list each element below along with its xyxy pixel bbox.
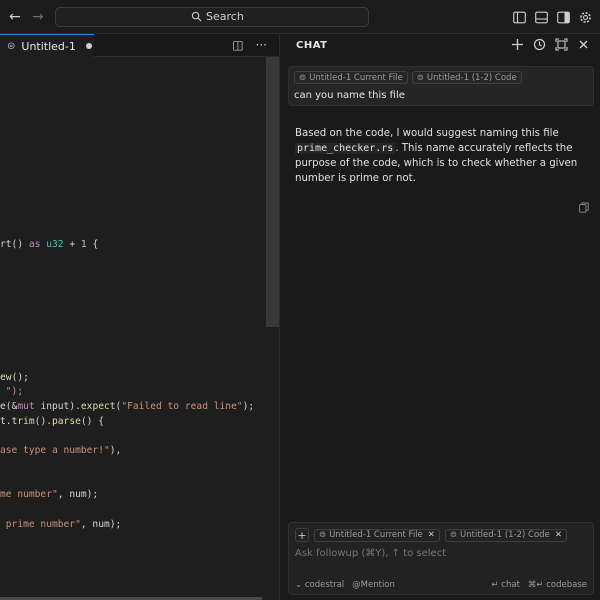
tab-label: Untitled-1 xyxy=(21,39,76,53)
chat-header: CHAT xyxy=(281,34,600,58)
chat-input-box: + ⊜ Untitled-1 Current File ✕ ⊜ Untitled-1 … xyxy=(288,522,594,595)
code-line: me number", num); xyxy=(0,489,98,500)
context-chip-current-file[interactable]: ⊜ Untitled-1 Current File ✕ xyxy=(314,528,440,542)
chip-label: Untitled-1 Current File xyxy=(329,530,423,540)
file-icon: ⊜ xyxy=(299,72,307,83)
send-codebase-button[interactable]: ⌘↵ codebase xyxy=(528,580,587,590)
plus-icon[interactable] xyxy=(511,38,524,52)
split-editor-icon[interactable]: ◫ xyxy=(232,38,243,52)
code-token: , num); xyxy=(57,489,99,501)
code-token: () { xyxy=(80,415,104,427)
editor-pane: ⊜ Untitled-1 ◫ ··· rt() as u32 + 1 {ew()… xyxy=(0,34,280,600)
inline-code-filename: prime_checker.rs xyxy=(295,143,396,154)
file-icon: ⊜ xyxy=(416,72,424,83)
arrow-left-icon[interactable]: ← xyxy=(9,9,21,25)
copy-icon[interactable] xyxy=(579,198,589,213)
context-chip-code-range[interactable]: ⊜ Untitled-1 (1-2) Code xyxy=(411,71,522,84)
codebase-label: codebase xyxy=(546,580,587,590)
unsaved-dot-icon[interactable] xyxy=(85,43,92,49)
code-token: ase type a number!" xyxy=(0,445,110,457)
code-token: { xyxy=(86,239,99,251)
code-token: (). xyxy=(34,415,52,427)
chip-label: Untitled-1 (1-2) Code xyxy=(460,530,550,540)
code-token: "); xyxy=(0,386,24,398)
send-chat-button[interactable]: ↵ chat xyxy=(491,580,519,590)
add-context-button[interactable]: + xyxy=(295,528,309,542)
code-line: t.trim().parse() { xyxy=(0,416,104,427)
code-token: rt() xyxy=(0,239,29,251)
code-token: expect xyxy=(80,401,116,413)
sidebar-left-icon[interactable] xyxy=(513,9,526,24)
code-token: as xyxy=(28,239,41,251)
code-token: mut xyxy=(17,401,35,413)
code-line: rt() as u32 + 1 { xyxy=(0,239,98,250)
chip-label: Untitled-1 (1-2) Code xyxy=(426,72,517,83)
code-token: me number" xyxy=(0,489,58,501)
code-token: ew xyxy=(0,371,12,383)
code-token: ), xyxy=(109,445,122,457)
remove-chip-icon[interactable]: ✕ xyxy=(555,530,562,540)
followup-input[interactable] xyxy=(295,548,585,559)
more-actions-icon[interactable]: ··· xyxy=(256,38,267,52)
user-message-text: can you name this file xyxy=(294,90,405,101)
code-line: ew(); xyxy=(0,372,29,383)
code-token: "Failed to read line" xyxy=(121,401,243,413)
sidebar-right-icon[interactable] xyxy=(557,9,570,24)
response-text: Based on the code, I would suggest namin… xyxy=(295,128,559,139)
context-chip-code-range[interactable]: ⊜ Untitled-1 (1-2) Code ✕ xyxy=(444,528,567,542)
code-token: (& xyxy=(5,401,18,413)
code-token: input). xyxy=(34,401,81,413)
enter-key-icon: ↵ xyxy=(491,580,502,590)
chat-label: chat xyxy=(501,580,520,590)
code-token: prime number" xyxy=(0,518,81,530)
code-token: parse xyxy=(52,415,81,427)
search-label: Search xyxy=(206,10,244,23)
code-token: u32 xyxy=(46,239,64,251)
chat-title: CHAT xyxy=(296,40,328,51)
expand-icon[interactable] xyxy=(555,38,568,52)
file-icon: ⊜ xyxy=(449,530,458,540)
file-icon: ⊜ xyxy=(319,530,327,540)
assistant-response: Based on the code, I would suggest namin… xyxy=(295,126,585,186)
close-icon[interactable] xyxy=(577,38,590,52)
command-search-bar[interactable]: Search xyxy=(55,7,369,27)
code-token: (); xyxy=(11,371,29,383)
settings-gear-icon[interactable] xyxy=(579,9,592,23)
history-icon[interactable] xyxy=(533,38,546,52)
panel-bottom-icon[interactable] xyxy=(535,9,548,24)
search-icon xyxy=(191,11,202,22)
arrow-right-icon[interactable]: → xyxy=(32,9,44,25)
tab-untitled-1[interactable]: ⊜ Untitled-1 xyxy=(0,34,94,57)
chat-panel: CHAT ⊜ Untitled-1 Current File ⊜ Untitled-… xyxy=(281,34,600,600)
code-area[interactable]: rt() as u32 + 1 { ew(); "); e(&mut input).… xyxy=(0,57,266,600)
code-token: t. xyxy=(0,415,12,427)
code-line: "); xyxy=(0,386,23,397)
code-line: ase type a number!"), xyxy=(0,445,121,456)
code-line: prime number", num); xyxy=(0,518,122,530)
editor-tab-bar: ⊜ Untitled-1 ◫ ··· xyxy=(0,34,279,57)
code-token: trim xyxy=(11,415,35,427)
context-chip-current-file[interactable]: ⊜ Untitled-1 Current File xyxy=(294,71,408,84)
remove-chip-icon[interactable]: ✕ xyxy=(428,530,435,540)
cmd-enter-icon: ⌘↵ xyxy=(527,580,547,590)
title-bar: ← → Search xyxy=(0,0,600,34)
user-message: ⊜ Untitled-1 Current File ⊜ Untitled-1 (1-… xyxy=(288,66,594,106)
vertical-scrollbar[interactable] xyxy=(266,57,279,327)
chip-label: Untitled-1 Current File xyxy=(309,72,403,83)
mention-label: Mention xyxy=(360,580,395,590)
model-label: codestral xyxy=(304,580,345,590)
code-token: , num); xyxy=(80,518,122,530)
mention-button[interactable]: @Mention xyxy=(352,580,395,590)
at-sign-icon: @ xyxy=(352,580,361,590)
code-token: ); xyxy=(242,401,255,413)
model-selector[interactable]: ⌄ codestral xyxy=(295,580,344,590)
code-line: e(&mut input).expect("Failed to read lin… xyxy=(0,401,254,412)
chevron-down-icon: ⌄ xyxy=(295,580,305,590)
file-icon: ⊜ xyxy=(7,40,16,52)
code-token: + xyxy=(63,239,81,251)
